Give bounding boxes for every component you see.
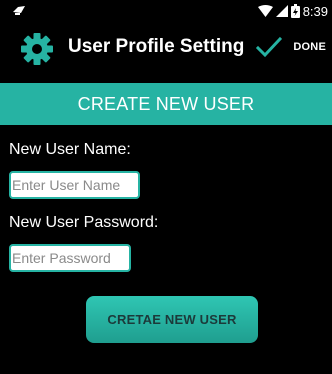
notification-icon	[13, 6, 25, 15]
action-bar: User Profile Setting DONE	[0, 22, 332, 73]
check-icon[interactable]	[256, 36, 282, 58]
username-label: New User Name:	[9, 141, 131, 158]
password-input[interactable]	[9, 244, 131, 272]
battery-icon	[290, 4, 300, 18]
done-button[interactable]: DONE	[293, 41, 326, 53]
status-icons: 8:39	[257, 3, 328, 19]
username-input[interactable]	[9, 171, 140, 199]
create-user-banner: CREATE NEW USER	[0, 83, 332, 125]
banner-title: CREATE NEW USER	[77, 93, 255, 114]
status-time: 8:39	[302, 3, 328, 19]
password-label: New User Password:	[9, 214, 159, 231]
status-bar: 8:39	[0, 0, 332, 22]
app-screen: 8:39 User Profile Setting DONE CREATE NE…	[0, 0, 332, 374]
gear-icon	[21, 33, 53, 65]
wifi-icon	[257, 5, 273, 17]
create-user-button[interactable]: CRETAE NEW USER	[86, 296, 258, 343]
page-title: User Profile Setting	[68, 36, 245, 57]
signal-icon	[275, 5, 288, 17]
